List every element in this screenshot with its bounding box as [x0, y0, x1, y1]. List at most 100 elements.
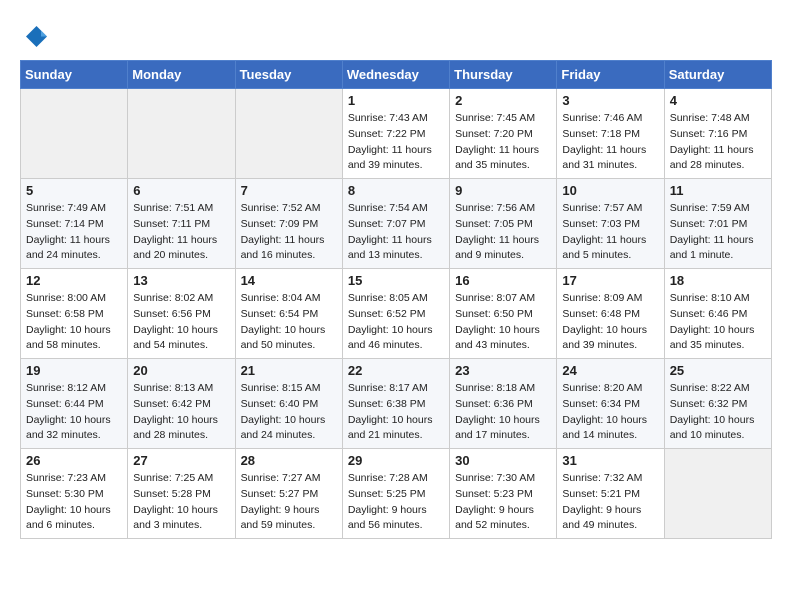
day-cell: 31 Sunrise: 7:32 AM Sunset: 5:21 PM Dayli… [557, 449, 664, 539]
day-cell: 19 Sunrise: 8:12 AM Sunset: 6:44 PM Dayli… [21, 359, 128, 449]
day-info: Sunrise: 7:43 AM Sunset: 7:22 PM Dayligh… [348, 111, 444, 174]
day-cell: 5 Sunrise: 7:49 AM Sunset: 7:14 PM Daylig… [21, 179, 128, 269]
logo [20, 20, 54, 50]
day-number: 21 [241, 363, 337, 378]
day-cell: 12Sunrise: 8:00 AM Sunset: 6:58 PM Dayli… [21, 269, 128, 359]
day-cell: 24Sunrise: 8:20 AM Sunset: 6:34 PM Dayli… [557, 359, 664, 449]
weekday-header-monday: Monday [128, 61, 235, 89]
day-info: Sunrise: 7:57 AM Sunset: 7:03 PM Dayligh… [562, 201, 658, 264]
calendar-table: SundayMondayTuesdayWednesdayThursdayFrid… [20, 60, 772, 539]
week-row-3: 12Sunrise: 8:00 AM Sunset: 6:58 PM Dayli… [21, 269, 772, 359]
day-info: Sunrise: 7:51 AM Sunset: 7:11 PM Dayligh… [133, 201, 229, 264]
day-cell: 20Sunrise: 8:13 AM Sunset: 6:42 PM Dayli… [128, 359, 235, 449]
logo-icon [20, 20, 50, 50]
day-number: 24 [562, 363, 658, 378]
day-info: Sunrise: 8:15 AM Sunset: 6:40 PM Dayligh… [241, 381, 337, 444]
day-cell: 11 Sunrise: 7:59 AM Sunset: 7:01 PM Dayli… [664, 179, 771, 269]
day-number: 18 [670, 273, 766, 288]
day-number: 11 [670, 183, 766, 198]
day-info: Sunrise: 7:56 AM Sunset: 7:05 PM Dayligh… [455, 201, 551, 264]
day-number: 28 [241, 453, 337, 468]
day-info: Sunrise: 7:45 AM Sunset: 7:20 PM Dayligh… [455, 111, 551, 174]
day-info: Sunrise: 7:59 AM Sunset: 7:01 PM Dayligh… [670, 201, 766, 264]
week-row-5: 26Sunrise: 7:23 AM Sunset: 5:30 PM Dayli… [21, 449, 772, 539]
day-info: Sunrise: 8:10 AM Sunset: 6:46 PM Dayligh… [670, 291, 766, 354]
day-info: Sunrise: 8:04 AM Sunset: 6:54 PM Dayligh… [241, 291, 337, 354]
day-info: Sunrise: 7:54 AM Sunset: 7:07 PM Dayligh… [348, 201, 444, 264]
day-info: Sunrise: 7:46 AM Sunset: 7:18 PM Dayligh… [562, 111, 658, 174]
day-info: Sunrise: 7:32 AM Sunset: 5:21 PM Dayligh… [562, 471, 658, 534]
day-cell: 6 Sunrise: 7:51 AM Sunset: 7:11 PM Daylig… [128, 179, 235, 269]
day-number: 14 [241, 273, 337, 288]
day-cell [235, 89, 342, 179]
day-number: 16 [455, 273, 551, 288]
day-info: Sunrise: 7:48 AM Sunset: 7:16 PM Dayligh… [670, 111, 766, 174]
day-number: 10 [562, 183, 658, 198]
day-info: Sunrise: 8:17 AM Sunset: 6:38 PM Dayligh… [348, 381, 444, 444]
day-cell: 2Sunrise: 7:45 AM Sunset: 7:20 PM Daylig… [450, 89, 557, 179]
week-row-2: 5 Sunrise: 7:49 AM Sunset: 7:14 PM Daylig… [21, 179, 772, 269]
day-number: 31 [562, 453, 658, 468]
day-number: 19 [26, 363, 122, 378]
day-number: 7 [241, 183, 337, 198]
day-cell: 22 Sunrise: 8:17 AM Sunset: 6:38 PM Dayli… [342, 359, 449, 449]
day-info: Sunrise: 8:07 AM Sunset: 6:50 PM Dayligh… [455, 291, 551, 354]
day-cell: 13 Sunrise: 8:02 AM Sunset: 6:56 PM Dayli… [128, 269, 235, 359]
day-cell: 26Sunrise: 7:23 AM Sunset: 5:30 PM Dayli… [21, 449, 128, 539]
day-info: Sunrise: 8:05 AM Sunset: 6:52 PM Dayligh… [348, 291, 444, 354]
day-number: 25 [670, 363, 766, 378]
day-info: Sunrise: 8:13 AM Sunset: 6:42 PM Dayligh… [133, 381, 229, 444]
day-cell: 27 Sunrise: 7:25 AM Sunset: 5:28 PM Dayli… [128, 449, 235, 539]
day-info: Sunrise: 8:09 AM Sunset: 6:48 PM Dayligh… [562, 291, 658, 354]
day-cell: 28 Sunrise: 7:27 AM Sunset: 5:27 PM Dayli… [235, 449, 342, 539]
day-cell: 10 Sunrise: 7:57 AM Sunset: 7:03 PM Dayli… [557, 179, 664, 269]
day-cell: 16 Sunrise: 8:07 AM Sunset: 6:50 PM Dayli… [450, 269, 557, 359]
day-number: 17 [562, 273, 658, 288]
day-number: 8 [348, 183, 444, 198]
weekday-header-wednesday: Wednesday [342, 61, 449, 89]
weekday-header-tuesday: Tuesday [235, 61, 342, 89]
day-cell: 30Sunrise: 7:30 AM Sunset: 5:23 PM Dayli… [450, 449, 557, 539]
day-cell [664, 449, 771, 539]
day-number: 29 [348, 453, 444, 468]
day-number: 13 [133, 273, 229, 288]
day-number: 30 [455, 453, 551, 468]
day-info: Sunrise: 8:02 AM Sunset: 6:56 PM Dayligh… [133, 291, 229, 354]
day-info: Sunrise: 7:23 AM Sunset: 5:30 PM Dayligh… [26, 471, 122, 534]
day-cell [21, 89, 128, 179]
weekday-header-saturday: Saturday [664, 61, 771, 89]
week-row-1: 1Sunrise: 7:43 AM Sunset: 7:22 PM Daylig… [21, 89, 772, 179]
day-cell: 4Sunrise: 7:48 AM Sunset: 7:16 PM Daylig… [664, 89, 771, 179]
day-number: 12 [26, 273, 122, 288]
day-number: 22 [348, 363, 444, 378]
day-cell: 9 Sunrise: 7:56 AM Sunset: 7:05 PM Daylig… [450, 179, 557, 269]
weekday-header-friday: Friday [557, 61, 664, 89]
day-info: Sunrise: 8:12 AM Sunset: 6:44 PM Dayligh… [26, 381, 122, 444]
day-cell: 1Sunrise: 7:43 AM Sunset: 7:22 PM Daylig… [342, 89, 449, 179]
day-info: Sunrise: 8:22 AM Sunset: 6:32 PM Dayligh… [670, 381, 766, 444]
day-info: Sunrise: 7:28 AM Sunset: 5:25 PM Dayligh… [348, 471, 444, 534]
day-info: Sunrise: 7:49 AM Sunset: 7:14 PM Dayligh… [26, 201, 122, 264]
day-info: Sunrise: 7:27 AM Sunset: 5:27 PM Dayligh… [241, 471, 337, 534]
day-cell: 3 Sunrise: 7:46 AM Sunset: 7:18 PM Daylig… [557, 89, 664, 179]
day-number: 5 [26, 183, 122, 198]
weekday-header-sunday: Sunday [21, 61, 128, 89]
day-cell: 21 Sunrise: 8:15 AM Sunset: 6:40 PM Dayli… [235, 359, 342, 449]
day-number: 27 [133, 453, 229, 468]
day-cell: 14 Sunrise: 8:04 AM Sunset: 6:54 PM Dayli… [235, 269, 342, 359]
day-cell: 23 Sunrise: 8:18 AM Sunset: 6:36 PM Dayli… [450, 359, 557, 449]
day-number: 9 [455, 183, 551, 198]
day-cell: 17 Sunrise: 8:09 AM Sunset: 6:48 PM Dayli… [557, 269, 664, 359]
day-number: 3 [562, 93, 658, 108]
day-info: Sunrise: 7:52 AM Sunset: 7:09 PM Dayligh… [241, 201, 337, 264]
day-cell: 7 Sunrise: 7:52 AM Sunset: 7:09 PM Daylig… [235, 179, 342, 269]
day-number: 6 [133, 183, 229, 198]
page-header [20, 20, 772, 50]
day-number: 23 [455, 363, 551, 378]
day-cell: 15 Sunrise: 8:05 AM Sunset: 6:52 PM Dayli… [342, 269, 449, 359]
day-cell: 25 Sunrise: 8:22 AM Sunset: 6:32 PM Dayli… [664, 359, 771, 449]
day-info: Sunrise: 8:18 AM Sunset: 6:36 PM Dayligh… [455, 381, 551, 444]
day-info: Sunrise: 7:25 AM Sunset: 5:28 PM Dayligh… [133, 471, 229, 534]
day-number: 15 [348, 273, 444, 288]
weekday-header-row: SundayMondayTuesdayWednesdayThursdayFrid… [21, 61, 772, 89]
